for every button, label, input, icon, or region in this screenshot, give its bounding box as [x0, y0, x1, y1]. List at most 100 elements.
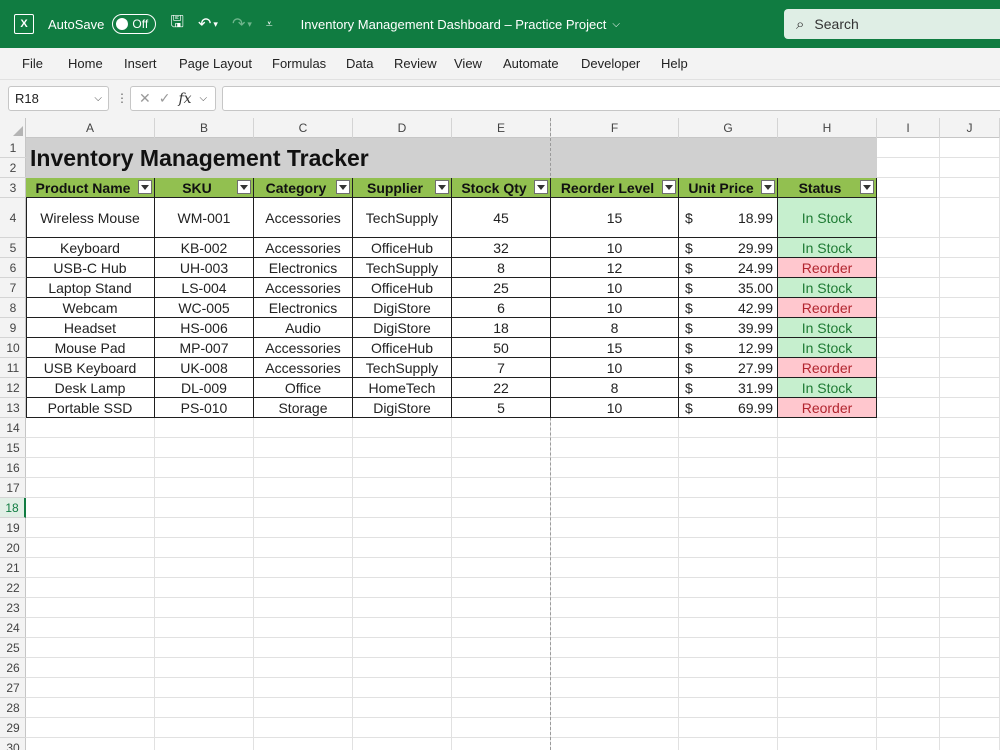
filter-dropdown-icon[interactable] [534, 180, 548, 194]
row-header-16[interactable]: 16 [0, 458, 26, 478]
cell-supplier[interactable]: OfficeHub [353, 278, 452, 298]
cell-product-name[interactable]: Keyboard [26, 238, 155, 258]
row-header-24[interactable]: 24 [0, 618, 26, 638]
menu-review[interactable]: Review [394, 56, 437, 71]
cell-stock-qty[interactable]: 45 [452, 198, 551, 238]
menu-page-layout[interactable]: Page Layout [179, 56, 252, 71]
cell-supplier[interactable]: DigiStore [353, 318, 452, 338]
cell-sku[interactable]: LS-004 [155, 278, 254, 298]
row-header-9[interactable]: 9 [0, 318, 26, 338]
cell-unit-price[interactable]: $39.99 [679, 318, 778, 338]
cell-unit-price[interactable]: $18.99 [679, 198, 778, 238]
status-badge[interactable]: In Stock [778, 338, 877, 358]
cell-supplier[interactable]: HomeTech [353, 378, 452, 398]
row-header-22[interactable]: 22 [0, 578, 26, 598]
redo-icon[interactable]: ↷ ▾ [232, 14, 252, 34]
cell-unit-price[interactable]: $35.00 [679, 278, 778, 298]
menu-formulas[interactable]: Formulas [272, 56, 326, 71]
column-header-d[interactable]: D [353, 118, 452, 138]
row-header-2[interactable]: 2 [0, 158, 26, 178]
filter-dropdown-icon[interactable] [237, 180, 251, 194]
more-options-icon[interactable]: ⋮ [116, 91, 128, 105]
column-header-h[interactable]: H [778, 118, 877, 138]
row-header-30[interactable]: 30 [0, 738, 26, 750]
row-header-11[interactable]: 11 [0, 358, 26, 378]
cell-stock-qty[interactable]: 50 [452, 338, 551, 358]
row-header-13[interactable]: 13 [0, 398, 26, 418]
status-badge[interactable]: Reorder [778, 258, 877, 278]
worksheet[interactable]: ABCDEFGHIJ 1 2 3 4 5 6 7 8 9 10 11 12 13 14 15 16 17 18 19… [0, 118, 1000, 750]
cell-product-name[interactable]: Portable SSD [26, 398, 155, 418]
cell-stock-qty[interactable]: 25 [452, 278, 551, 298]
status-badge[interactable]: In Stock [778, 278, 877, 298]
search-box[interactable]: ⌕ Search [784, 9, 1000, 39]
filter-dropdown-icon[interactable] [761, 180, 775, 194]
menu-file[interactable]: File [22, 56, 43, 71]
status-badge[interactable]: Reorder [778, 398, 877, 418]
cell-sku[interactable]: PS-010 [155, 398, 254, 418]
enter-icon[interactable]: ✓ [159, 90, 171, 107]
cell-sku[interactable]: WC-005 [155, 298, 254, 318]
menu-automate[interactable]: Automate [503, 56, 559, 71]
cell-supplier[interactable]: DigiStore [353, 298, 452, 318]
insert-function-icon[interactable]: fx [178, 91, 191, 107]
row-header-25[interactable]: 25 [0, 638, 26, 658]
row-header-1[interactable]: 1 [0, 138, 26, 158]
cell-product-name[interactable]: USB Keyboard [26, 358, 155, 378]
cell-category[interactable]: Accessories [254, 278, 353, 298]
cell-unit-price[interactable]: $42.99 [679, 298, 778, 318]
column-header-f[interactable]: F [551, 118, 679, 138]
table-header-unit-price[interactable]: Unit Price [679, 178, 778, 198]
cell-category[interactable]: Storage [254, 398, 353, 418]
cell-stock-qty[interactable]: 8 [452, 258, 551, 278]
row-header-7[interactable]: 7 [0, 278, 26, 298]
row-header-26[interactable]: 26 [0, 658, 26, 678]
filter-dropdown-icon[interactable] [138, 180, 152, 194]
cell-unit-price[interactable]: $31.99 [679, 378, 778, 398]
cell-sku[interactable]: WM-001 [155, 198, 254, 238]
column-header-a[interactable]: A [26, 118, 155, 138]
column-header-c[interactable]: C [254, 118, 353, 138]
cell-reorder-level[interactable]: 10 [551, 398, 679, 418]
column-header-i[interactable]: I [877, 118, 940, 138]
menu-insert[interactable]: Insert [124, 56, 157, 71]
cell-category[interactable]: Accessories [254, 238, 353, 258]
row-header-3[interactable]: 3 [0, 178, 26, 198]
cell-reorder-level[interactable]: 8 [551, 378, 679, 398]
row-header-29[interactable]: 29 [0, 718, 26, 738]
cell-supplier[interactable]: DigiStore [353, 398, 452, 418]
row-header-14[interactable]: 14 [0, 418, 26, 438]
row-header-28[interactable]: 28 [0, 698, 26, 718]
cell-stock-qty[interactable]: 6 [452, 298, 551, 318]
cell-stock-qty[interactable]: 32 [452, 238, 551, 258]
menu-help[interactable]: Help [661, 56, 688, 71]
cell-reorder-level[interactable]: 15 [551, 198, 679, 238]
cell-sku[interactable]: UK-008 [155, 358, 254, 378]
cell-category[interactable]: Electronics [254, 298, 353, 318]
sheet-title[interactable]: Inventory Management Tracker [30, 145, 369, 172]
table-header-category[interactable]: Category [254, 178, 353, 198]
name-box[interactable]: R18 ⌵ [8, 86, 109, 111]
cell-supplier[interactable]: OfficeHub [353, 238, 452, 258]
cell-category[interactable]: Audio [254, 318, 353, 338]
cell-sku[interactable]: KB-002 [155, 238, 254, 258]
cell-supplier[interactable]: TechSupply [353, 198, 452, 238]
cell-reorder-level[interactable]: 15 [551, 338, 679, 358]
cell-sku[interactable]: HS-006 [155, 318, 254, 338]
cell-unit-price[interactable]: $27.99 [679, 358, 778, 378]
cell-stock-qty[interactable]: 18 [452, 318, 551, 338]
cell-reorder-level[interactable]: 10 [551, 358, 679, 378]
filter-dropdown-icon[interactable] [336, 180, 350, 194]
menu-developer[interactable]: Developer [581, 56, 640, 71]
status-badge[interactable]: In Stock [778, 198, 877, 238]
cell-unit-price[interactable]: $12.99 [679, 338, 778, 358]
row-header-10[interactable]: 10 [0, 338, 26, 358]
cell-category[interactable]: Accessories [254, 358, 353, 378]
row-header-17[interactable]: 17 [0, 478, 26, 498]
row-header-18[interactable]: 18 [0, 498, 26, 518]
row-header-27[interactable]: 27 [0, 678, 26, 698]
select-all-icon[interactable] [0, 118, 26, 138]
table-header-supplier[interactable]: Supplier [353, 178, 452, 198]
cell-category[interactable]: Electronics [254, 258, 353, 278]
cell-grid[interactable]: Inventory Management Tracker Product Nam… [26, 118, 1000, 750]
